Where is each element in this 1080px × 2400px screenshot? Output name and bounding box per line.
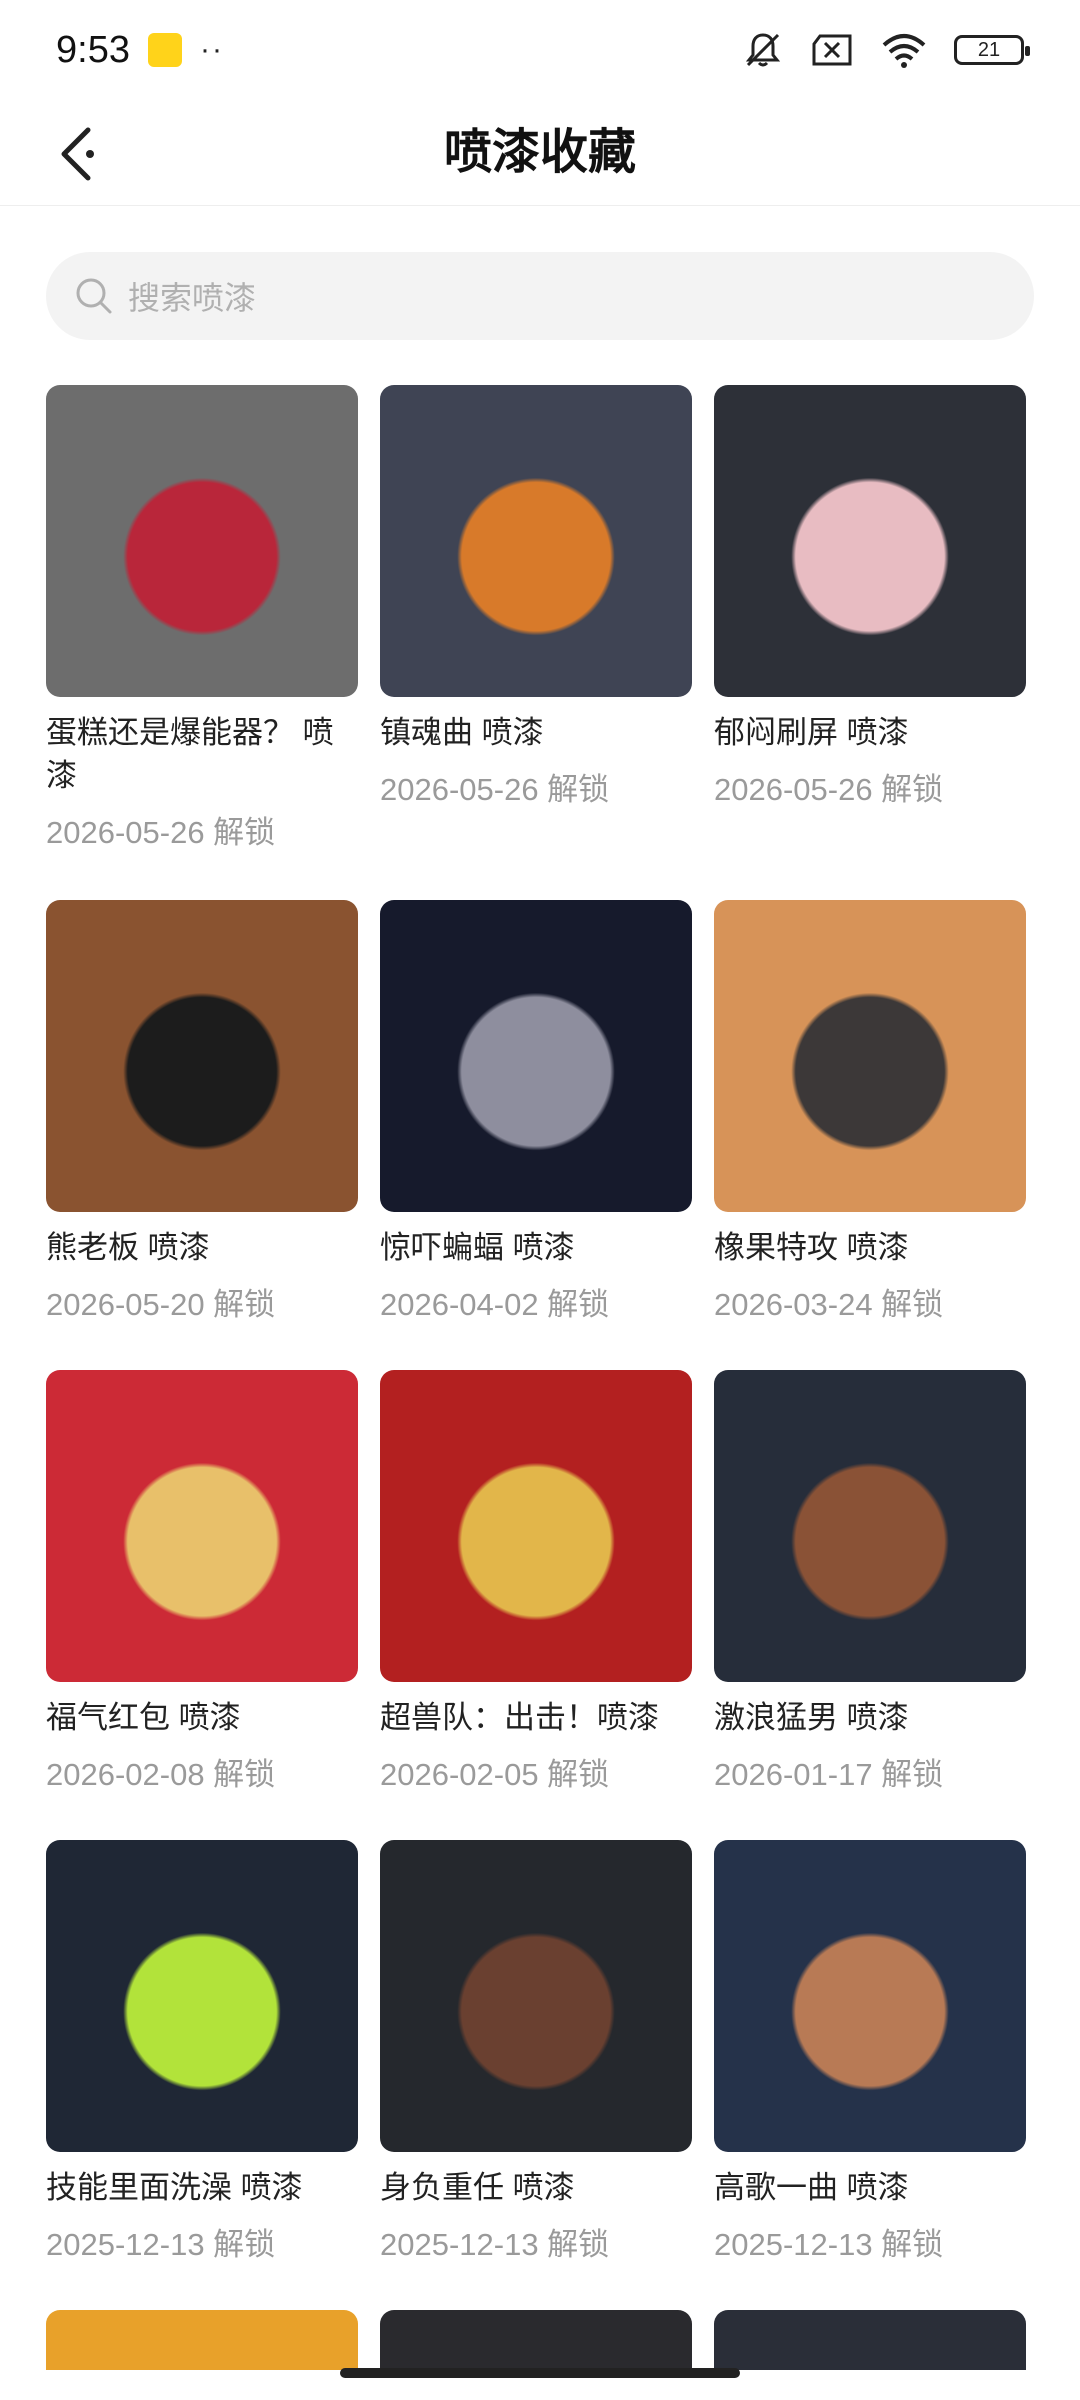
spray-card[interactable]: 镇魂曲 喷漆 2026-05-26 解锁	[380, 385, 692, 900]
spray-card[interactable]: 激浪猛男 喷漆 2026-01-17 解锁	[714, 1370, 1026, 1840]
spray-card[interactable]: 惊吓蝙蝠 喷漆 2026-04-02 解锁	[380, 900, 692, 1370]
spray-grid: 蛋糕还是爆能器？ 喷漆 2026-05-26 解锁 镇魂曲 喷漆 2026-05…	[46, 385, 1036, 2310]
spray-title: 镇魂曲 喷漆	[380, 715, 544, 750]
spray-unlock-date: 2026-05-20 解锁	[46, 1287, 276, 1322]
status-time: 9:53	[56, 28, 130, 71]
nav-bar: 喷漆收藏	[0, 100, 1080, 206]
status-right: 21	[742, 29, 1030, 71]
spray-title: 高歌一曲 喷漆	[714, 2170, 909, 2205]
spray-unlock-date: 2026-01-17 解锁	[714, 1757, 944, 1792]
spray-unlock-date: 2025-12-13 解锁	[714, 2227, 944, 2262]
spray-unlock-date: 2026-05-26 解锁	[714, 772, 944, 807]
battery-icon: 21	[954, 35, 1030, 65]
spray-unlock-date: 2026-05-26 解锁	[380, 772, 610, 807]
spray-card[interactable]: 郁闷刷屏 喷漆 2026-05-26 解锁	[714, 385, 1026, 900]
spray-unlock-date: 2026-02-08 解锁	[46, 1757, 276, 1792]
spray-title: 郁闷刷屏 喷漆	[714, 715, 909, 750]
spray-unlock-date: 2026-04-02 解锁	[380, 1287, 610, 1322]
spray-card[interactable]: 福气红包 喷漆 2026-02-08 解锁	[46, 1370, 358, 1840]
spray-title: 超兽队：出击！喷漆	[380, 1700, 659, 1735]
spray-thumbnail	[46, 385, 358, 697]
spray-thumbnail	[46, 1840, 358, 2152]
mute-icon	[745, 33, 781, 67]
spray-title: 激浪猛男 喷漆	[714, 1700, 909, 1735]
no-sim-icon	[812, 34, 852, 66]
spray-thumbnail	[714, 900, 1026, 1212]
spray-unlock-date: 2026-05-26 解锁	[46, 815, 276, 850]
search-icon	[76, 278, 112, 314]
spray-thumbnail	[714, 385, 1026, 697]
spray-title: 熊老板 喷漆	[46, 1230, 210, 1265]
spray-card[interactable]: 超兽队：出击！喷漆 2026-02-05 解锁	[380, 1370, 692, 1840]
spray-title: 惊吓蝙蝠 喷漆	[380, 1230, 575, 1265]
spray-thumbnail-partial[interactable]	[714, 2310, 1026, 2370]
spray-unlock-date: 2026-03-24 解锁	[714, 1287, 944, 1322]
status-left: 9:53 ··	[56, 29, 224, 72]
spray-title: 蛋糕还是爆能器？ 喷漆	[46, 715, 334, 793]
wifi-icon	[882, 34, 926, 68]
spray-title: 身负重任 喷漆	[380, 2170, 575, 2205]
spray-thumbnail	[46, 900, 358, 1212]
spray-card[interactable]: 熊老板 喷漆 2026-05-20 解锁	[46, 900, 358, 1370]
spray-thumbnail-partial[interactable]	[46, 2310, 358, 2370]
spray-thumbnail	[714, 1840, 1026, 2152]
spray-unlock-date: 2026-02-05 解锁	[380, 1757, 610, 1792]
spray-thumbnail	[380, 1840, 692, 2152]
spray-thumbnail	[46, 1370, 358, 1682]
spray-thumbnail	[380, 900, 692, 1212]
search-placeholder: 搜索喷漆	[128, 280, 257, 316]
spray-card[interactable]: 橡果特攻 喷漆 2026-03-24 解锁	[714, 900, 1026, 1370]
search-input[interactable]: 搜索喷漆	[46, 252, 1034, 340]
spray-card[interactable]: 身负重任 喷漆 2025-12-13 解锁	[380, 1840, 692, 2310]
more-notifications-icon: ··	[199, 33, 224, 66]
spray-thumbnail	[380, 385, 692, 697]
partial-row	[46, 2310, 1036, 2370]
app-notification-icon	[147, 33, 182, 67]
spray-card[interactable]: 蛋糕还是爆能器？ 喷漆 2026-05-26 解锁	[46, 385, 358, 900]
spray-thumbnail	[380, 1370, 692, 1682]
status-bar: 9:53 ·· 21	[0, 0, 1080, 100]
spray-title: 福气红包 喷漆	[46, 1700, 241, 1735]
spray-thumbnail-partial[interactable]	[380, 2310, 692, 2370]
spray-unlock-date: 2025-12-13 解锁	[46, 2227, 276, 2262]
spray-thumbnail	[714, 1370, 1026, 1682]
spray-unlock-date: 2025-12-13 解锁	[380, 2227, 610, 2262]
home-indicator[interactable]	[340, 2368, 740, 2378]
spray-card[interactable]: 技能里面洗澡 喷漆 2025-12-13 解锁	[46, 1840, 358, 2310]
spray-title: 橡果特攻 喷漆	[714, 1230, 909, 1265]
battery-level: 21	[977, 38, 1001, 61]
spray-title: 技能里面洗澡 喷漆	[46, 2170, 303, 2205]
spray-card[interactable]: 高歌一曲 喷漆 2025-12-13 解锁	[714, 1840, 1026, 2310]
page-title: 喷漆收藏	[443, 126, 636, 179]
